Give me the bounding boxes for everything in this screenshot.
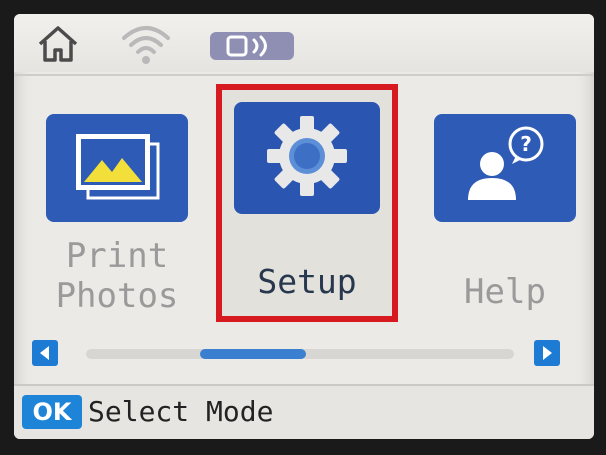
nfc-icon bbox=[210, 32, 294, 60]
status-bar bbox=[14, 14, 594, 72]
photo-icon bbox=[76, 134, 160, 200]
footer-hint: Select Mode bbox=[88, 395, 274, 428]
setup-label: Setup bbox=[257, 262, 357, 301]
print-photos-label: Print Photos bbox=[36, 236, 198, 316]
ok-button[interactable]: OK bbox=[22, 395, 82, 429]
scroll-left-button[interactable] bbox=[32, 340, 58, 366]
scroll-right-button[interactable] bbox=[534, 340, 560, 366]
home-icon[interactable] bbox=[36, 24, 80, 64]
printer-lcd-screen: Print Photos Setup ? Help OK Select Mode bbox=[14, 14, 594, 439]
scroll-thumb[interactable] bbox=[200, 349, 306, 359]
help-button[interactable]: ? bbox=[434, 114, 576, 222]
print-photos-label-line1: Print bbox=[65, 236, 169, 276]
svg-text:?: ? bbox=[520, 132, 532, 156]
status-divider bbox=[14, 74, 594, 76]
print-photos-label-line2: Photos bbox=[55, 276, 179, 316]
wifi-icon bbox=[122, 26, 170, 64]
help-person-icon: ? bbox=[468, 126, 544, 200]
arrow-left-icon bbox=[40, 346, 49, 360]
print-photos-button[interactable] bbox=[46, 114, 188, 222]
setup-tile bbox=[234, 102, 380, 214]
arrow-right-icon bbox=[543, 346, 552, 360]
footer-bar: OK Select Mode bbox=[14, 384, 594, 439]
gear-icon bbox=[267, 116, 347, 196]
help-label: Help bbox=[464, 272, 546, 312]
